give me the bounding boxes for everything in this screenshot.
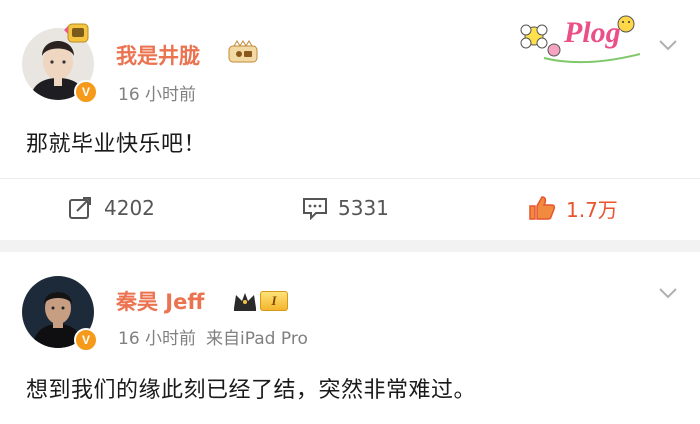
- repost-icon: [69, 197, 91, 219]
- weibo-post-card: V 秦昊 Jeff I 16 小时前 来自iPad Pro 想到我们的缘此刻已经了…: [0, 252, 700, 424]
- post-time: 16 小时前: [118, 329, 197, 349]
- verified-badge: V: [74, 328, 98, 352]
- plog-sticker-text: Plog: [564, 16, 621, 49]
- chevron-down-icon[interactable]: [658, 286, 678, 300]
- post-time: 16 小时前: [118, 85, 197, 105]
- chevron-down-icon[interactable]: [658, 38, 678, 52]
- like-count: 1.7万: [566, 197, 618, 222]
- plog-sticker: Plog: [514, 10, 648, 68]
- repost-count: 4202: [104, 196, 155, 220]
- comment-button[interactable]: 5331: [302, 179, 389, 237]
- repost-button[interactable]: 4202: [68, 179, 155, 237]
- post-meta: 16 小时前 来自iPad Pro: [118, 324, 308, 349]
- like-button[interactable]: 1.7万: [528, 179, 618, 237]
- post-meta: 16 小时前: [118, 80, 196, 105]
- level-badge-text: I: [260, 291, 288, 311]
- user-name[interactable]: 我是井胧: [116, 40, 200, 70]
- crown-icon: [234, 293, 256, 311]
- post-text: 那就毕业快乐吧！: [26, 132, 207, 157]
- like-icon: [529, 196, 556, 220]
- member-level-badge: I: [232, 290, 288, 312]
- comment-icon: [303, 198, 327, 220]
- user-name[interactable]: 秦昊 Jeff: [116, 286, 204, 316]
- post-actions-bar: 4202 5331 1.7万: [0, 178, 700, 237]
- fan-badge-icon: [228, 40, 258, 63]
- comment-count: 5331: [338, 196, 389, 220]
- post-source: 来自iPad Pro: [206, 329, 308, 349]
- post-text: 想到我们的缘此刻已经了结，突然非常难过。: [26, 378, 477, 403]
- avatar-decoration-icon: [64, 23, 89, 43]
- weibo-post-card: V 我是井胧 16 小时前 Plog 那就毕业快乐吧！ 4202 5331 1.…: [0, 0, 700, 240]
- verified-badge: V: [74, 80, 98, 104]
